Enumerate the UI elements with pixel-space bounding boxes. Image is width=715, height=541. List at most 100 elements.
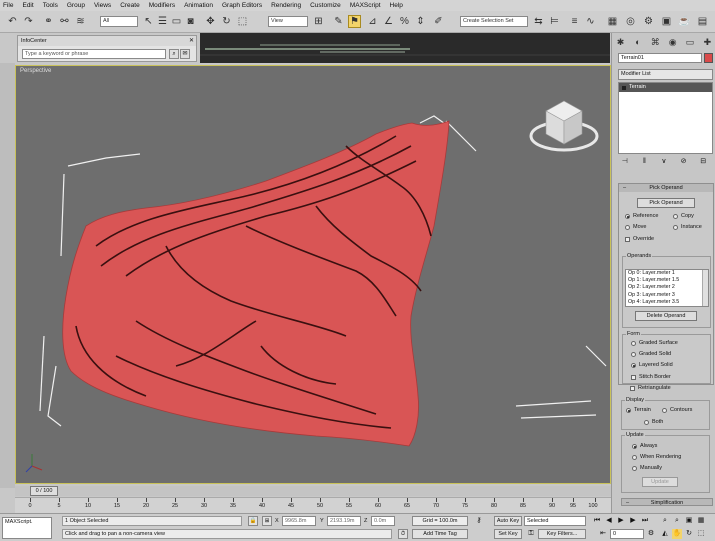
bind-spacewarp-icon[interactable]: ≋ bbox=[74, 15, 87, 28]
menu-views[interactable]: Views bbox=[94, 2, 111, 9]
communication-center-icon[interactable]: ✉ bbox=[180, 49, 190, 59]
selection-filter-dropdown[interactable]: All bbox=[100, 16, 138, 27]
set-key-button[interactable]: Set Key bbox=[494, 529, 522, 539]
update-button[interactable]: Update bbox=[642, 477, 678, 487]
hierarchy-tab-icon[interactable]: ⌘ bbox=[649, 36, 662, 49]
time-configuration-icon[interactable]: ⚙ bbox=[646, 529, 656, 539]
auto-key-button[interactable]: Auto Key bbox=[494, 516, 522, 526]
schematic-view-icon[interactable]: ▦ bbox=[606, 15, 619, 28]
unlink-icon[interactable]: ⚯ bbox=[58, 15, 71, 28]
make-unique-icon[interactable]: ∨ bbox=[655, 156, 673, 167]
modify-tab-icon[interactable]: ◐ bbox=[631, 36, 644, 49]
keyboard-shortcut-toggle-icon[interactable]: ⚑ bbox=[348, 15, 361, 28]
manually-radio[interactable]: Manually bbox=[632, 465, 662, 471]
select-and-manipulate-icon[interactable]: ✎ bbox=[332, 15, 345, 28]
go-to-start-icon[interactable]: ⏮ bbox=[592, 516, 602, 526]
undo-icon[interactable]: ↶ bbox=[6, 15, 19, 28]
menu-group[interactable]: Group bbox=[67, 2, 85, 9]
terrain-radio[interactable]: Terrain bbox=[626, 407, 651, 413]
menu-tools[interactable]: Tools bbox=[43, 2, 58, 9]
move-radio[interactable]: Move bbox=[625, 224, 646, 230]
motion-tab-icon[interactable]: ◉ bbox=[666, 36, 679, 49]
key-mode-icon[interactable]: ⚷ bbox=[474, 516, 484, 526]
mirror-icon[interactable]: ⇆ bbox=[532, 15, 545, 28]
utilities-tab-icon[interactable]: ✚ bbox=[701, 36, 714, 49]
show-end-result-icon[interactable]: ‖ bbox=[636, 156, 654, 167]
spinner-snap-icon[interactable]: ⇕ bbox=[414, 15, 427, 28]
always-radio[interactable]: Always bbox=[632, 443, 657, 449]
simplification-rollout[interactable]: Simplification bbox=[621, 498, 713, 507]
time-slider-track[interactable]: 0 / 100 bbox=[15, 486, 611, 496]
menu-customize[interactable]: Customize bbox=[310, 2, 341, 9]
menu-graph-editors[interactable]: Graph Editors bbox=[222, 2, 262, 9]
list-item[interactable]: Op 4: Layer.meter 3.5 bbox=[626, 299, 708, 306]
menu-modifiers[interactable]: Modifiers bbox=[149, 2, 175, 9]
orbit-icon[interactable]: ↻ bbox=[684, 529, 694, 539]
stack-item-terrain[interactable]: Terrain bbox=[619, 83, 712, 92]
both-radio[interactable]: Both bbox=[644, 419, 663, 425]
reference-coordinate-dropdown[interactable]: View bbox=[268, 16, 308, 27]
copy-radio[interactable]: Copy bbox=[673, 213, 694, 219]
list-item[interactable]: Op 2: Layer.meter 2 bbox=[626, 284, 708, 291]
snap-toggle-icon[interactable]: ⊿ bbox=[366, 15, 379, 28]
maxscript-listener[interactable]: MAXScript. bbox=[2, 517, 52, 539]
rectangular-selection-icon[interactable]: ▭ bbox=[170, 15, 183, 28]
percent-snap-icon[interactable]: % bbox=[398, 15, 411, 28]
menu-help[interactable]: Help bbox=[390, 2, 403, 9]
field-of-view-icon[interactable]: ◭ bbox=[660, 529, 670, 539]
display-tab-icon[interactable]: ▭ bbox=[684, 36, 697, 49]
object-color-swatch[interactable] bbox=[704, 53, 713, 63]
perspective-viewport[interactable]: Perspective bbox=[15, 65, 611, 484]
layered-solid-radio[interactable]: Layered Solid bbox=[631, 362, 673, 368]
list-item[interactable]: Op 0: Layer.meter 1 bbox=[626, 270, 708, 277]
curve-editor-icon[interactable]: ∿ bbox=[584, 15, 597, 28]
scale-icon[interactable]: ⬚ bbox=[236, 15, 249, 28]
pick-operand-button[interactable]: Pick Operand bbox=[637, 198, 695, 208]
menu-create[interactable]: Create bbox=[120, 2, 140, 9]
graded-solid-radio[interactable]: Graded Solid bbox=[631, 351, 671, 357]
rendered-frame-window-icon[interactable]: ▣ bbox=[660, 15, 673, 28]
named-selection-set-dropdown[interactable]: Create Selection Set bbox=[460, 16, 528, 27]
menu-maxscript[interactable]: MAXScript bbox=[350, 2, 381, 9]
pivot-center-icon[interactable]: ⊞ bbox=[312, 15, 325, 28]
pin-stack-icon[interactable]: ⊣ bbox=[616, 156, 634, 167]
object-name-field[interactable]: Terrain01 bbox=[618, 53, 702, 63]
maximize-viewport-icon[interactable]: ⬚ bbox=[696, 529, 706, 539]
set-key-icon[interactable]: ⚿ bbox=[526, 529, 536, 539]
pan-view-icon[interactable]: ✋ bbox=[672, 529, 682, 539]
key-mode-toggle-icon[interactable]: ⇤ bbox=[598, 529, 608, 539]
absolute-mode-icon[interactable]: ⊞ bbox=[262, 516, 272, 526]
select-object-icon[interactable]: ↖ bbox=[142, 15, 155, 28]
next-frame-icon[interactable]: ▶ bbox=[628, 516, 638, 526]
list-item[interactable]: Op 3: Layer.meter 3 bbox=[626, 292, 708, 299]
quick-render-icon[interactable]: ☕ bbox=[678, 15, 691, 28]
select-by-name-icon[interactable]: ☰ bbox=[156, 15, 169, 28]
current-frame-field[interactable]: 0 bbox=[610, 529, 644, 539]
key-selection-dropdown[interactable]: Selected bbox=[524, 516, 586, 526]
zoom-extents-icon[interactable]: ▣ bbox=[684, 516, 694, 526]
configure-sets-icon[interactable]: ⊟ bbox=[694, 156, 712, 167]
list-item[interactable]: Op 1: Layer.meter 1.5 bbox=[626, 277, 708, 284]
move-icon[interactable]: ✥ bbox=[204, 15, 217, 28]
retriangulate-checkbox[interactable]: Retriangulate bbox=[630, 385, 671, 391]
menu-file[interactable]: File bbox=[3, 2, 13, 9]
layer-manager-icon[interactable]: ≡ bbox=[568, 15, 581, 28]
reference-radio[interactable]: Reference bbox=[625, 213, 658, 219]
previous-frame-icon[interactable]: ◀ bbox=[604, 516, 614, 526]
zoom-icon[interactable]: ⌕ bbox=[660, 516, 670, 526]
render-setup-icon[interactable]: ⚙ bbox=[642, 15, 655, 28]
close-icon[interactable]: ✕ bbox=[189, 36, 194, 46]
contours-radio[interactable]: Contours bbox=[662, 407, 692, 413]
remove-modifier-icon[interactable]: ⊘ bbox=[675, 156, 693, 167]
time-tag-icon[interactable]: ⏱ bbox=[398, 529, 408, 539]
pick-operand-header[interactable]: Pick Operand bbox=[619, 184, 713, 192]
link-icon[interactable]: ⚭ bbox=[42, 15, 55, 28]
render-production-icon[interactable]: ▤ bbox=[696, 15, 709, 28]
rotate-icon[interactable]: ↻ bbox=[220, 15, 233, 28]
menu-rendering[interactable]: Rendering bbox=[271, 2, 301, 9]
align-icon[interactable]: ⊨ bbox=[548, 15, 561, 28]
go-to-end-icon[interactable]: ⏭ bbox=[640, 516, 650, 526]
material-editor-icon[interactable]: ◎ bbox=[624, 15, 637, 28]
y-coordinate-field[interactable]: 2193.19m bbox=[327, 516, 361, 526]
infocenter-search-input[interactable]: Type a keyword or phrase bbox=[22, 49, 166, 59]
